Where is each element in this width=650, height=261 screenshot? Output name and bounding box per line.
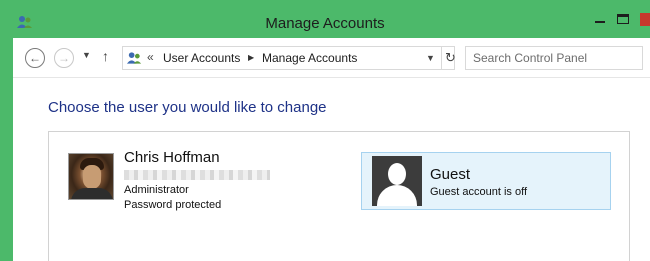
address-bar[interactable]: « User Accounts ▶ Manage Accounts ▼ ↻ <box>122 46 456 70</box>
maximize-button[interactable] <box>617 14 629 24</box>
breadcrumb-user-accounts[interactable]: User Accounts <box>163 51 240 65</box>
content-area: Choose the user you would like to change… <box>13 79 650 261</box>
refresh-button[interactable]: ↻ <box>441 47 456 69</box>
account-name: Guest <box>430 166 471 183</box>
search-input[interactable] <box>465 46 643 70</box>
forward-arrow-icon: → <box>58 51 70 65</box>
recent-locations-button[interactable]: ▼ <box>82 50 91 60</box>
refresh-icon: ↻ <box>445 50 456 65</box>
generic-user-icon <box>372 156 422 206</box>
window-client-area: ← → ▼ ↑ « User Accounts ▶ Manage Account… <box>13 38 650 261</box>
up-button[interactable]: ↑ <box>102 48 109 64</box>
account-status: Guest account is off <box>430 186 528 198</box>
title-bar[interactable]: Manage Accounts <box>0 0 650 38</box>
avatar <box>68 153 114 200</box>
account-role: Administrator <box>124 184 189 196</box>
triangle-right-icon[interactable]: ▶ <box>248 53 254 62</box>
window-title: Manage Accounts <box>265 15 385 32</box>
up-arrow-icon: ↑ <box>102 48 109 64</box>
account-tile-guest[interactable]: Guest Guest account is off <box>361 152 611 210</box>
control-panel-icon <box>126 50 143 66</box>
account-name: Chris Hoffman <box>124 149 220 166</box>
close-button[interactable] <box>640 13 650 26</box>
forward-button[interactable]: → <box>54 48 74 68</box>
account-status: Password protected <box>124 199 222 211</box>
breadcrumb-manage-accounts[interactable]: Manage Accounts <box>262 51 357 65</box>
minimize-button[interactable] <box>592 14 608 24</box>
chevron-down-icon: ▼ <box>82 50 91 60</box>
page-heading: Choose the user you would like to change <box>48 99 327 116</box>
address-dropdown-button[interactable]: ▼ <box>426 53 435 63</box>
address-overflow-button[interactable]: « <box>147 50 154 64</box>
account-tile-chris-hoffman[interactable]: Chris Hoffman Administrator Password pro… <box>66 149 336 215</box>
redacted-email <box>124 170 270 180</box>
navigation-bar: ← → ▼ ↑ « User Accounts ▶ Manage Account… <box>13 38 650 78</box>
accounts-panel: Chris Hoffman Administrator Password pro… <box>48 131 630 261</box>
back-button[interactable]: ← <box>25 48 45 68</box>
back-arrow-icon: ← <box>29 51 41 65</box>
